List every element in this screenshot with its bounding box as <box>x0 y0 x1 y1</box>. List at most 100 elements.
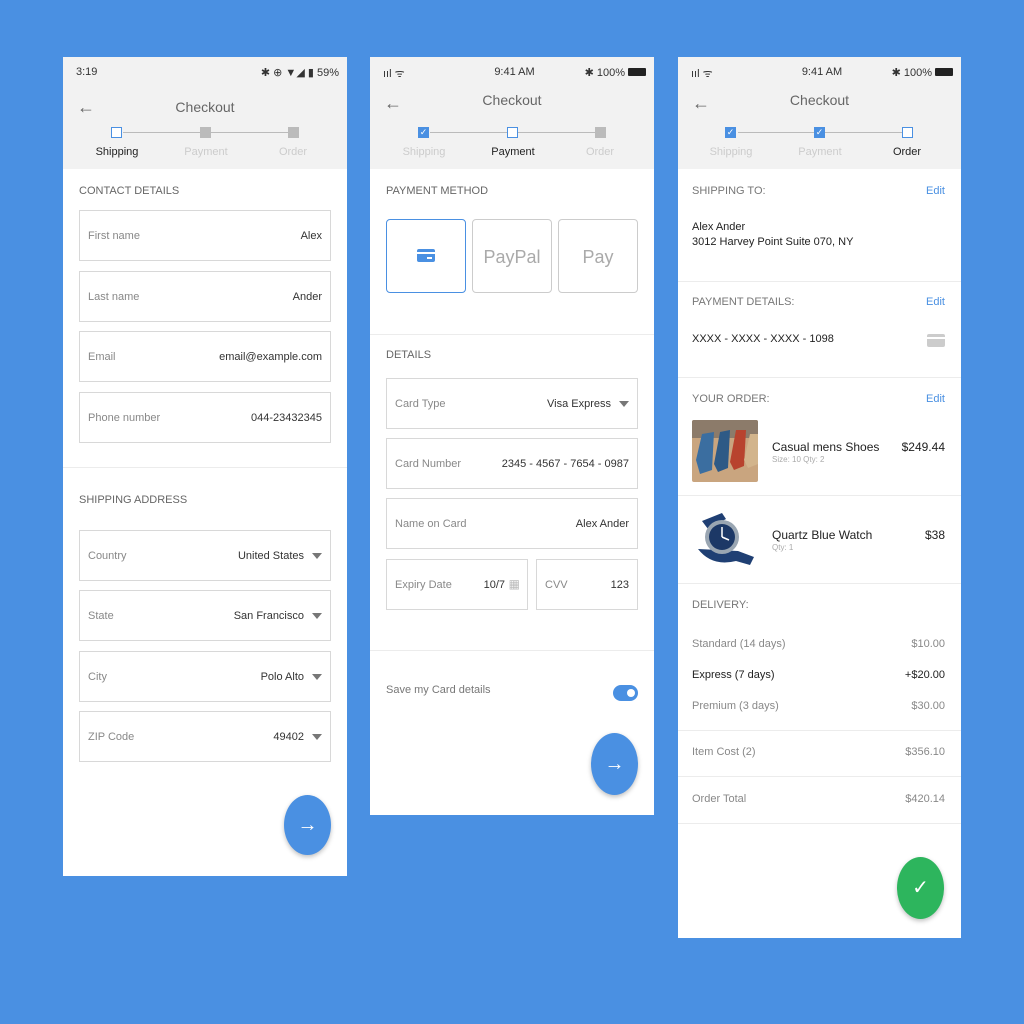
email-field[interactable]: Email email@example.com <box>79 331 331 382</box>
card-number-label: Card Number <box>395 457 462 470</box>
battery-icon <box>628 68 646 77</box>
expiry-value: 10/7 <box>483 578 505 591</box>
section-divider <box>678 583 961 584</box>
dropdown-arrow-icon <box>312 733 322 740</box>
card-number-value: 2345 - 4567 - 7654 - 0987 <box>501 457 629 470</box>
step-payment-label[interactable]: Payment <box>780 146 860 158</box>
credit-card-icon <box>927 334 945 347</box>
paypal-method-option[interactable]: PayPal <box>472 219 552 293</box>
phone-label: Phone number <box>88 411 161 424</box>
dropdown-arrow-icon <box>312 612 322 619</box>
step-order-label[interactable]: Order <box>867 146 947 158</box>
watch-product-image <box>692 507 758 569</box>
country-select[interactable]: Country United States <box>79 530 331 581</box>
calendar-icon[interactable]: ▦ <box>509 577 520 591</box>
checkout-stepper <box>63 119 347 139</box>
step-order-indicator <box>902 127 913 138</box>
applepay-label: Pay <box>582 247 614 267</box>
dropdown-arrow-icon <box>312 552 322 559</box>
first-name-field[interactable]: First name Alex <box>79 210 331 261</box>
card-type-label: Card Type <box>395 397 446 410</box>
battery-icon <box>935 68 953 77</box>
cvv-field[interactable]: CVV 123 <box>536 559 638 610</box>
shipping-address-heading: SHIPPING ADDRESS <box>79 494 188 506</box>
card-number-field[interactable]: Card Number 2345 - 4567 - 7654 - 0987 <box>386 438 638 489</box>
step-shipping-label[interactable]: Shipping <box>77 146 157 158</box>
country-value: United States <box>237 549 304 562</box>
step-payment-label[interactable]: Payment <box>166 146 246 158</box>
item-2-name: Quartz Blue Watch <box>772 528 873 542</box>
step-order-indicator <box>288 127 299 138</box>
checkout-stepper: ✓ <box>370 119 654 139</box>
dropdown-arrow-icon <box>619 400 629 407</box>
email-label: Email <box>88 350 116 363</box>
cvv-label: CVV <box>545 578 568 591</box>
next-button[interactable]: → <box>284 795 331 855</box>
section-divider <box>678 377 961 378</box>
step-shipping-indicator <box>111 127 122 138</box>
save-card-toggle[interactable] <box>613 685 638 701</box>
edit-order-link[interactable]: Edit <box>926 393 945 405</box>
shipping-to-heading: SHIPPING TO: <box>692 185 766 197</box>
next-button[interactable]: → <box>591 733 638 795</box>
order-total-label: Order Total <box>692 793 747 805</box>
card-type-select[interactable]: Card Type Visa Express <box>386 378 638 429</box>
item-cost-value: $356.10 <box>905 746 945 758</box>
step-order-label[interactable]: Order <box>560 146 640 158</box>
expiry-date-field[interactable]: Expiry Date 10/7 ▦ <box>386 559 528 610</box>
delivery-premium-option[interactable]: Premium (3 days) <box>692 700 779 712</box>
battery-level: ✱ 100% <box>891 67 932 79</box>
name-on-card-field[interactable]: Name on Card Alex Ander <box>386 498 638 549</box>
delivery-standard-price: $10.00 <box>911 638 945 650</box>
step-order-label[interactable]: Order <box>253 146 333 158</box>
payment-details-heading: PAYMENT DETAILS: <box>692 296 795 308</box>
status-time: 3:19 <box>76 66 98 78</box>
battery-level: 59% <box>316 67 339 79</box>
phone-value: 044-23432345 <box>251 411 322 424</box>
your-order-heading: YOUR ORDER: <box>692 393 770 405</box>
item-1-name: Casual mens Shoes <box>772 440 880 454</box>
step-shipping-check-icon: ✓ <box>418 127 429 138</box>
credit-card-icon <box>417 249 435 262</box>
email-value: email@example.com <box>219 350 322 363</box>
edit-payment-link[interactable]: Edit <box>926 296 945 308</box>
order-screen: ııl ᯤ 9:41 AM ✱ 100% ← Checkout ✓ ✓ Ship… <box>678 57 961 938</box>
delivery-express-price: +$20.00 <box>904 669 945 681</box>
applepay-method-option[interactable]: Pay <box>558 219 638 293</box>
step-payment-indicator <box>507 127 518 138</box>
item-2-price: $38 <box>924 528 945 542</box>
checkout-stepper: ✓ ✓ <box>678 119 961 139</box>
step-shipping-label[interactable]: Shipping <box>691 146 771 158</box>
section-divider <box>63 467 347 468</box>
zip-label: ZIP Code <box>88 730 135 743</box>
header: ııl ᯤ 9:41 AM ✱ 100% ← Checkout ✓ Shippi… <box>370 57 654 169</box>
step-payment-label[interactable]: Payment <box>473 146 553 158</box>
city-value: Polo Alto <box>260 670 304 683</box>
last-name-field[interactable]: Last name Ander <box>79 271 331 322</box>
status-bar: 3:19 ✱ ⊕ ▼◢ ▮ 59% <box>76 66 339 82</box>
zip-select[interactable]: ZIP Code 49402 <box>79 711 331 762</box>
step-shipping-label[interactable]: Shipping <box>384 146 464 158</box>
page-title: Checkout <box>175 99 235 115</box>
state-label: State <box>88 609 114 622</box>
delivery-premium-price: $30.00 <box>911 700 945 712</box>
shipping-screen: 3:19 ✱ ⊕ ▼◢ ▮ 59% ← Checkout Shipping Pa… <box>63 57 347 876</box>
arrow-right-icon: → <box>297 814 318 836</box>
item-2-meta: Qty: 1 <box>772 543 794 552</box>
ship-address: 3012 Harvey Point Suite 070, NY <box>692 236 854 248</box>
country-label: Country <box>88 549 127 562</box>
state-select[interactable]: State San Francisco <box>79 590 331 641</box>
phone-field[interactable]: Phone number 044-23432345 <box>79 392 331 443</box>
section-divider <box>678 776 961 777</box>
item-1-meta: Size: 10 Qty: 2 <box>772 455 825 464</box>
city-select[interactable]: City Polo Alto <box>79 651 331 702</box>
delivery-standard-option[interactable]: Standard (14 days) <box>692 638 786 650</box>
step-payment-check-icon: ✓ <box>814 127 825 138</box>
confirm-order-button[interactable]: ✓ <box>897 857 944 919</box>
state-value: San Francisco <box>233 609 304 622</box>
card-method-option[interactable] <box>386 219 466 293</box>
ship-name: Alex Ander <box>692 221 746 233</box>
delivery-heading: DELIVERY: <box>692 599 749 611</box>
edit-shipping-link[interactable]: Edit <box>926 185 945 197</box>
delivery-express-option[interactable]: Express (7 days) <box>692 669 775 681</box>
